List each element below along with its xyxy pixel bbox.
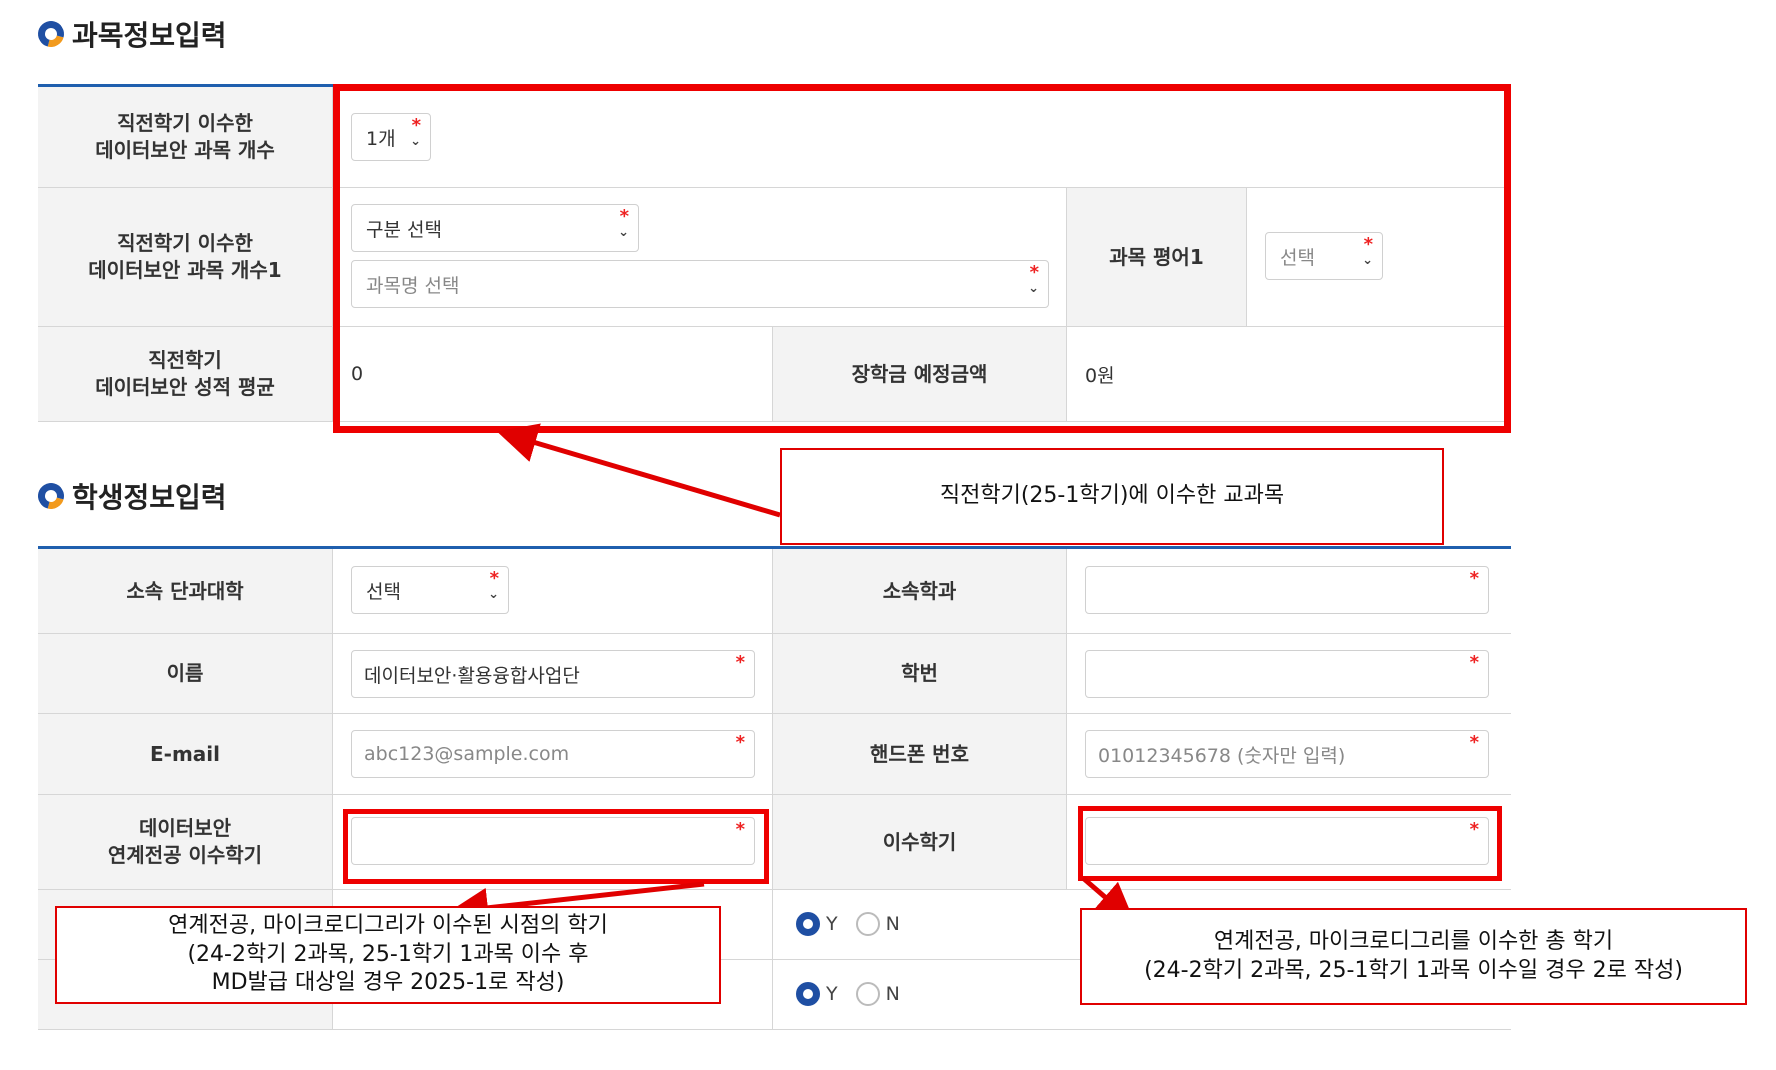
department-cell: * <box>1067 549 1511 633</box>
section-bullet-icon <box>33 478 69 514</box>
student-section-title: 학생정보입력 <box>33 476 227 516</box>
email-input[interactable]: abc123@sample.com * <box>351 730 755 778</box>
subject-info-table: 직전학기 이수한 데이터보안 과목 개수 1개 * ⌄ 직전학기 이수한 데이터… <box>38 84 1511 422</box>
name-input-value: 데이터보안·활용융합사업단 <box>364 664 580 687</box>
course-name-select[interactable]: 과목명 선택 * ⌄ <box>351 260 1049 308</box>
required-marker: * <box>1363 234 1373 255</box>
chevron-down-icon: ⌄ <box>618 225 629 240</box>
callout-subject: 직전학기(25-1학기)에 이수한 교과목 <box>780 448 1444 545</box>
name-label: 이름 <box>38 634 333 713</box>
grade-cell: 선택 * ⌄ <box>1247 188 1511 326</box>
completed-semesters-cell: * <box>1067 795 1511 889</box>
college-row: 소속 단과대학 선택 * ⌄ 소속학과 * <box>38 549 1511 634</box>
chevron-down-icon: ⌄ <box>1028 281 1039 296</box>
subject-section-title: 과목정보입력 <box>33 14 227 54</box>
section-bullet-icon <box>33 16 69 52</box>
name-cell: 데이터보안·활용융합사업단 * <box>333 634 773 713</box>
student-id-label: 학번 <box>773 634 1067 713</box>
subject-count-value: 1개 <box>366 127 396 150</box>
name-input[interactable]: 데이터보안·활용융합사업단 * <box>351 650 755 698</box>
callout-total-semesters: 연계전공, 마이크로디그리를 이수한 총 학기 (24-2학기 2과목, 25-… <box>1080 908 1747 1005</box>
subject-count-label: 직전학기 이수한 데이터보안 과목 개수 <box>38 87 333 187</box>
grade-select[interactable]: 선택 * ⌄ <box>1265 232 1383 280</box>
name-row: 이름 데이터보안·활용융합사업단 * 학번 * <box>38 634 1511 714</box>
required-marker: * <box>735 819 745 840</box>
linked-semester-label: 데이터보안 연계전공 이수학기 <box>38 795 333 889</box>
college-select[interactable]: 선택 * ⌄ <box>351 566 509 614</box>
student-id-cell: * <box>1067 634 1511 713</box>
phone-cell: 01012345678 (숫자만 입력) * <box>1067 714 1511 794</box>
chevron-down-icon: ⌄ <box>488 587 499 602</box>
radio-no-1[interactable] <box>855 912 880 936</box>
subject-count-row: 직전학기 이수한 데이터보안 과목 개수 1개 * ⌄ <box>38 87 1511 188</box>
required-marker: * <box>411 115 421 136</box>
average-value: 0 <box>333 327 773 421</box>
required-marker: * <box>489 568 499 589</box>
category-select-value: 구분 선택 <box>366 218 442 241</box>
average-row: 직전학기 데이터보안 성적 평균 0 장학금 예정금액 0원 <box>38 327 1511 422</box>
subject-detail-label: 직전학기 이수한 데이터보안 과목 개수1 <box>38 188 333 326</box>
college-label: 소속 단과대학 <box>38 549 333 633</box>
phone-label: 핸드폰 번호 <box>773 714 1067 794</box>
required-marker: * <box>1469 568 1479 589</box>
department-input[interactable]: * <box>1085 566 1489 614</box>
radio-yes-1[interactable] <box>796 912 820 936</box>
student-id-input[interactable]: * <box>1085 650 1489 698</box>
phone-input-placeholder: 01012345678 (숫자만 입력) <box>1098 744 1346 767</box>
subject-detail-row: 직전학기 이수한 데이터보안 과목 개수1 구분 선택 * ⌄ 과목명 선택 *… <box>38 188 1511 327</box>
subject-count-cell: 1개 * ⌄ <box>333 87 1511 187</box>
scholarship-value: 0원 <box>1067 327 1511 421</box>
required-marker: * <box>619 206 629 227</box>
subject-detail-cell: 구분 선택 * ⌄ 과목명 선택 * ⌄ <box>333 188 1067 326</box>
scholarship-label: 장학금 예정금액 <box>773 327 1067 421</box>
department-label: 소속학과 <box>773 549 1067 633</box>
required-marker: * <box>735 732 745 753</box>
radio-yes-label-2: Y <box>826 983 838 1005</box>
radio-no-label-1: N <box>885 913 900 935</box>
callout-linked-semester: 연계전공, 마이크로디그리가 이수된 시점의 학기 (24-2학기 2과목, 2… <box>55 906 721 1004</box>
required-marker: * <box>1469 732 1479 753</box>
subject-count-select[interactable]: 1개 * ⌄ <box>351 113 431 161</box>
linked-semester-input[interactable]: * <box>351 817 755 865</box>
chevron-down-icon: ⌄ <box>1362 253 1373 268</box>
completed-semesters-input[interactable]: * <box>1085 817 1489 865</box>
consent-radio-group-1: Y N <box>796 912 912 936</box>
college-select-value: 선택 <box>366 580 401 603</box>
chevron-down-icon: ⌄ <box>410 134 421 149</box>
radio-no-label-2: N <box>885 983 900 1005</box>
email-label: E-mail <box>38 714 333 794</box>
consent-radio-group-2: Y N <box>796 982 912 1006</box>
semester-row: 데이터보안 연계전공 이수학기 * 이수학기 * <box>38 795 1511 890</box>
required-marker: * <box>1029 262 1039 283</box>
average-label: 직전학기 데이터보안 성적 평균 <box>38 327 333 421</box>
course-name-placeholder: 과목명 선택 <box>366 274 460 297</box>
subject-section-title-text: 과목정보입력 <box>72 19 227 52</box>
phone-input[interactable]: 01012345678 (숫자만 입력) * <box>1085 730 1489 778</box>
completed-semesters-label: 이수학기 <box>773 795 1067 889</box>
radio-yes-label-1: Y <box>826 913 838 935</box>
grade-label: 과목 평어1 <box>1067 188 1247 326</box>
required-marker: * <box>1469 819 1479 840</box>
email-cell: abc123@sample.com * <box>333 714 773 794</box>
arrow-to-subject-box <box>496 423 781 518</box>
student-section-title-text: 학생정보입력 <box>72 481 227 514</box>
required-marker: * <box>1469 652 1479 673</box>
college-cell: 선택 * ⌄ <box>333 549 773 633</box>
contact-row: E-mail abc123@sample.com * 핸드폰 번호 010123… <box>38 714 1511 795</box>
grade-select-placeholder: 선택 <box>1280 246 1315 269</box>
category-select[interactable]: 구분 선택 * ⌄ <box>351 204 639 252</box>
linked-semester-cell: * <box>333 795 773 889</box>
required-marker: * <box>735 652 745 673</box>
radio-yes-2[interactable] <box>796 982 820 1006</box>
email-input-placeholder: abc123@sample.com <box>364 743 570 765</box>
radio-no-2[interactable] <box>855 982 880 1006</box>
